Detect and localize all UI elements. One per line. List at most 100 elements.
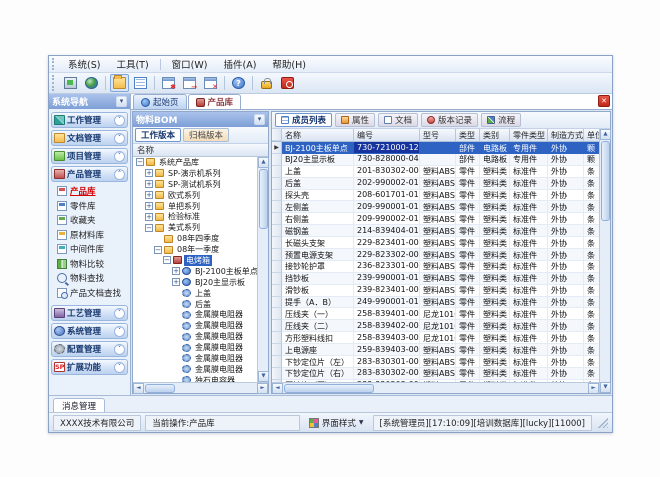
exit-toolbar-button[interactable] — [278, 74, 297, 92]
members-tab-文档[interactable]: 文档 — [378, 113, 418, 127]
tree-expander[interactable]: + — [172, 267, 180, 275]
sidebar-item-中间件库[interactable]: 中间件库 — [57, 242, 128, 257]
members-tab-成员列表[interactable]: 成员列表 — [275, 113, 332, 127]
table-row[interactable]: 预置电源支架229-823302-00E塑料ABS零件塑料类标准件外协条 — [272, 249, 599, 261]
column-header-类别[interactable]: 类别 — [480, 129, 510, 141]
win-close-toolbar-button[interactable] — [201, 74, 220, 92]
tree-node-后盖[interactable]: 后盖 — [133, 299, 257, 310]
tree-node-SP-测试机系列[interactable]: +SP-测试机系列 — [133, 179, 257, 190]
grid-vertical-scrollbar[interactable]: ▲ ▼ — [599, 129, 610, 393]
tree-expander[interactable]: + — [145, 169, 153, 177]
interface-style-button[interactable]: 界面样式 ▼ — [304, 415, 369, 431]
grid-scroll-down-button[interactable]: ▼ — [600, 382, 611, 393]
tree-expander[interactable]: + — [145, 213, 153, 221]
column-header-零件类型[interactable]: 零件类型 — [510, 129, 548, 141]
menu-item-1[interactable]: 系统(S) — [60, 56, 108, 72]
table-row[interactable]: 右侧盖209-990002-01E塑料ABS零件塑料类标准件外协条 — [272, 213, 599, 225]
chevron-down-icon[interactable]: ˅ — [114, 326, 125, 337]
lock-toolbar-button[interactable] — [257, 74, 276, 92]
table-row[interactable]: 磁钢盖214-839404-01E塑料ABS零件塑料类标准件外协条 — [272, 225, 599, 237]
table-row[interactable]: 压线夹（一）258-839401-00E尼龙1010零件塑料类标准件外协条 — [272, 308, 599, 320]
sidebar-item-原材料库[interactable]: 原材料库 — [57, 228, 128, 243]
sidebar-pin-button[interactable]: ▾ — [116, 96, 127, 107]
tree-expander[interactable]: + — [145, 180, 153, 188]
tree-node-美式系列[interactable]: −美式系列 — [133, 222, 257, 233]
grid-vscroll-thumb[interactable] — [601, 141, 610, 221]
sidebar-group-扩展功能[interactable]: SP扩展功能˅ — [51, 359, 128, 375]
tree-hscroll-thumb[interactable] — [145, 384, 175, 393]
grid-toolbar-button[interactable] — [131, 74, 150, 92]
sidebar-group-配置管理[interactable]: 配置管理˅ — [51, 341, 128, 357]
column-header-类型[interactable]: 类型 — [456, 129, 480, 141]
members-tab-流程[interactable]: 流程 — [481, 113, 521, 127]
window-resize-grip[interactable] — [598, 418, 608, 428]
tree-node-金属膜电阻器[interactable]: 金属膜电阻器 — [133, 309, 257, 320]
members-tab-版本记录[interactable]: 版本记录 — [421, 113, 478, 127]
win-import-toolbar-button[interactable] — [180, 74, 199, 92]
table-row[interactable]: 上电源座259-839403-00E塑料ABS零件塑料类标准件外协条 — [272, 344, 599, 356]
tree-expander[interactable]: + — [145, 191, 153, 199]
sidebar-group-文档管理[interactable]: 文档管理˅ — [51, 130, 128, 146]
table-row[interactable]: ▶BJ-2100主板单点730-721000-12E部件电路板专用件外协颗 — [272, 142, 599, 154]
tree-expander[interactable]: − — [145, 224, 153, 232]
tree-node-BJ20主显示板[interactable]: +BJ20主显示板 — [133, 277, 257, 288]
tree-expander[interactable]: − — [136, 158, 144, 166]
folder-toolbar-button[interactable] — [110, 74, 129, 92]
sidebar-item-收藏夹[interactable]: 收藏夹 — [57, 213, 128, 228]
tree-expander[interactable]: + — [145, 202, 153, 210]
table-row[interactable]: 左侧盖209-990001-01E塑料ABS零件塑料类标准件外协条 — [272, 201, 599, 213]
menu-item-5[interactable]: 帮助(H) — [264, 56, 314, 72]
table-row[interactable]: 长磁头支架229-823401-00E塑料ABS零件塑料类标准件外协条 — [272, 237, 599, 249]
tree-vscroll-thumb[interactable] — [259, 169, 268, 229]
tree-node-电烤箱[interactable]: −电烤箱 — [133, 255, 257, 266]
help-toolbar-button[interactable] — [229, 74, 248, 92]
tree-node-金属膜电阻器[interactable]: 金属膜电阻器 — [133, 320, 257, 331]
column-header-型号[interactable]: 型号 — [420, 129, 456, 141]
tree-vertical-scrollbar[interactable]: ▲ ▼ — [257, 157, 268, 382]
table-row[interactable]: 上盖201-830302-00E塑料ABS零件塑料类标准件外协条 — [272, 166, 599, 178]
menu-item-3[interactable]: 窗口(W) — [164, 56, 216, 72]
globe-toolbar-button[interactable] — [82, 74, 101, 92]
tree-node-系统产品库[interactable]: −系统产品库 — [133, 157, 257, 168]
grid-horizontal-scrollbar[interactable]: ◄ ► — [272, 382, 599, 393]
tree-horizontal-scrollbar[interactable]: ◄ ► — [133, 382, 268, 393]
tree-scroll-right-button[interactable]: ► — [257, 383, 268, 394]
tree-expander[interactable]: + — [172, 278, 180, 286]
table-row[interactable]: 方形塑料线扣258-839403-00E尼龙1010零件塑料类标准件外协条 — [272, 332, 599, 344]
menu-item-4[interactable]: 插件(A) — [215, 56, 264, 72]
bom-tab-归档版本[interactable]: 归档版本 — [183, 128, 229, 142]
sidebar-group-项目管理[interactable]: 项目管理˅ — [51, 148, 128, 164]
tree-expander[interactable]: − — [154, 246, 162, 254]
table-row[interactable]: 压线夹（二）258-839402-00E尼龙1010零件塑料类标准件外协条 — [272, 320, 599, 332]
chevron-down-icon[interactable]: ˅ — [114, 344, 125, 355]
tree-node-欧式系列[interactable]: +欧式系列 — [133, 190, 257, 201]
tree-node-金属膜电阻器[interactable]: 金属膜电阻器 — [133, 353, 257, 364]
chevron-down-icon[interactable]: ˅ — [114, 362, 125, 373]
chevron-down-icon[interactable]: ˅ — [114, 115, 125, 126]
sidebar-group-产品管理[interactable]: 产品管理˄ — [51, 166, 128, 182]
table-row[interactable]: 接钞轮护罩236-823301-00E塑料ABS零件塑料类标准件外协条 — [272, 261, 599, 273]
tree-node-金属膜电阻器[interactable]: 金属膜电阻器 — [133, 342, 257, 353]
menu-item-2[interactable]: 工具(T) — [108, 56, 156, 72]
column-header-名称[interactable]: 名称 — [282, 129, 354, 141]
chevron-down-icon[interactable]: ˅ — [114, 308, 125, 319]
sidebar-item-产品文档查找[interactable]: 产品文档查找 — [57, 286, 128, 301]
close-document-button[interactable]: ✕ — [598, 95, 610, 107]
tree-node-SP-演示机系列[interactable]: +SP-演示机系列 — [133, 168, 257, 179]
table-row[interactable]: 下钞定位片（左）283-830301-00E塑料ABS零件塑料类标准件外协条 — [272, 356, 599, 368]
column-header-编号[interactable]: 编号 — [354, 129, 420, 141]
tree-node-08年四季度[interactable]: 08年四季度 — [133, 233, 257, 244]
table-row[interactable]: 挡钞板239-990001-01E塑料ABS零件塑料类标准件外协条 — [272, 273, 599, 285]
document-tab-home[interactable]: 起始页 — [133, 94, 187, 109]
sidebar-item-零件库[interactable]: 零件库 — [57, 199, 128, 214]
bom-pin-button[interactable]: ▾ — [254, 114, 265, 125]
tree-node-08年一季度[interactable]: −08年一季度 — [133, 244, 257, 255]
table-row[interactable]: 下钞定位片（右）283-830302-00E塑料ABS零件塑料类标准件外协条 — [272, 368, 599, 380]
tree-node-金属膜电阻器[interactable]: 金属膜电阻器 — [133, 331, 257, 342]
toolbar-gripper[interactable] — [52, 75, 57, 91]
grid-hscroll-thumb[interactable] — [284, 384, 374, 393]
message-management-tab[interactable]: 消息管理 — [53, 398, 105, 412]
sidebar-item-物料查找[interactable]: 物料查找 — [57, 271, 128, 286]
table-row[interactable]: 后盖202-990002-01E塑料ABS零件塑料类标准件外协条 — [272, 178, 599, 190]
tree-scroll-down-button[interactable]: ▼ — [258, 371, 269, 382]
